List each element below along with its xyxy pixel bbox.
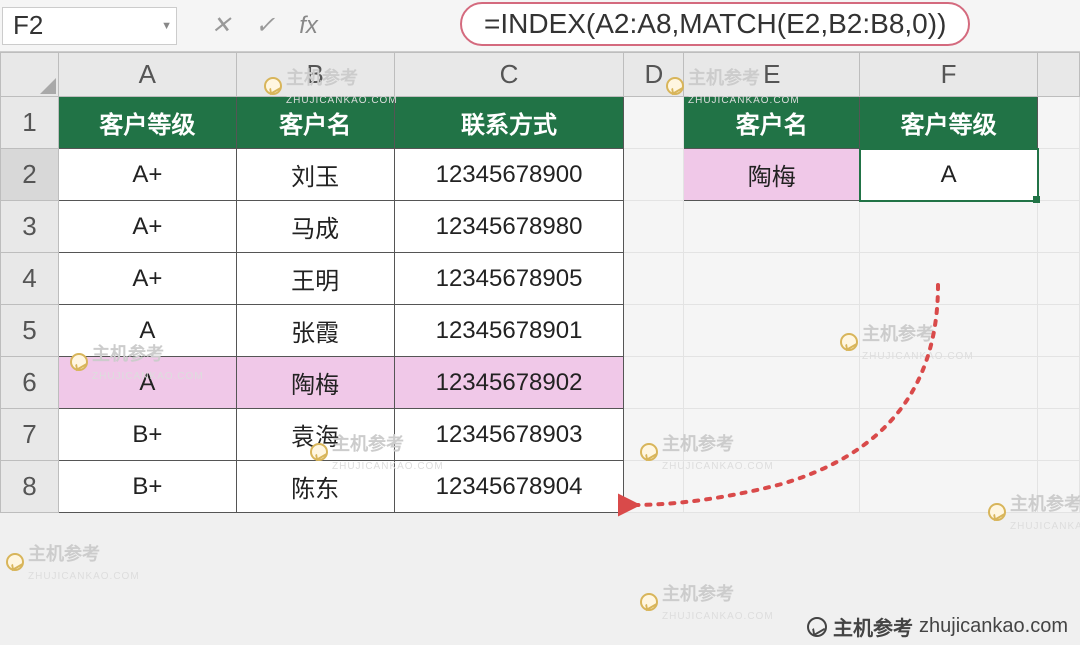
footer-brand: 主机参考: [833, 612, 913, 641]
cell-C1[interactable]: 联系方式: [394, 97, 624, 149]
cell-D4[interactable]: [624, 253, 684, 305]
row-8: 8 B+ 陈东 12345678904: [1, 461, 1080, 513]
row-4: 4 A+ 王明 12345678905: [1, 253, 1080, 305]
cell-extra-2[interactable]: [1038, 149, 1080, 201]
cell-A6[interactable]: A: [58, 357, 236, 409]
col-C[interactable]: C: [394, 53, 624, 97]
cell-E7[interactable]: [684, 409, 860, 461]
cell-D3[interactable]: [624, 201, 684, 253]
cell-B6[interactable]: 陶梅: [236, 357, 394, 409]
cell-E3[interactable]: [684, 201, 860, 253]
cell-extra-6[interactable]: [1038, 357, 1080, 409]
cell-D6[interactable]: [624, 357, 684, 409]
cell-E2[interactable]: 陶梅: [684, 149, 860, 201]
cell-B2[interactable]: 刘玉: [236, 149, 394, 201]
rownum-8[interactable]: 8: [1, 461, 59, 513]
formula-input[interactable]: =INDEX(A2:A8,MATCH(E2,B2:B8,0)): [460, 2, 970, 46]
cell-F1[interactable]: 客户等级: [860, 97, 1038, 149]
confirm-icon[interactable]: ✓: [255, 11, 275, 40]
row-2: 2 A+ 刘玉 12345678900 陶梅 A: [1, 149, 1080, 201]
cell-B5[interactable]: 张霞: [236, 305, 394, 357]
formula-bar: F2 ▼ ✕ ✓ fx =INDEX(A2:A8,MATCH(E2,B2:B8,…: [0, 0, 1080, 52]
spreadsheet: A B C D E F 1 客户等级 客户名 联系方式 客户名 客户等级 2 A…: [0, 52, 1080, 513]
cell-F6[interactable]: [860, 357, 1038, 409]
rownum-6[interactable]: 6: [1, 357, 59, 409]
cell-A5[interactable]: A: [58, 305, 236, 357]
cell-C3[interactable]: 12345678980: [394, 201, 624, 253]
column-headers: A B C D E F: [1, 53, 1080, 97]
cell-E1[interactable]: 客户名: [684, 97, 860, 149]
cell-A1[interactable]: 客户等级: [58, 97, 236, 149]
cell-B1[interactable]: 客户名: [236, 97, 394, 149]
cell-A7[interactable]: B+: [58, 409, 236, 461]
cell-F3[interactable]: [860, 201, 1038, 253]
watermark: 主机参考ZHUJICANKAO.COM: [6, 540, 140, 583]
cell-F5[interactable]: [860, 305, 1038, 357]
cell-F4[interactable]: [860, 253, 1038, 305]
row-1: 1 客户等级 客户名 联系方式 客户名 客户等级: [1, 97, 1080, 149]
name-box-dropdown-icon[interactable]: ▼: [161, 20, 172, 32]
cell-A3[interactable]: A+: [58, 201, 236, 253]
cell-B7[interactable]: 袁海: [236, 409, 394, 461]
cell-C5[interactable]: 12345678901: [394, 305, 624, 357]
cell-extra-4[interactable]: [1038, 253, 1080, 305]
col-extra[interactable]: [1038, 53, 1080, 97]
cell-F7[interactable]: [860, 409, 1038, 461]
name-box-value: F2: [13, 10, 43, 41]
cell-F8[interactable]: [860, 461, 1038, 513]
cell-A8[interactable]: B+: [58, 461, 236, 513]
rownum-4[interactable]: 4: [1, 253, 59, 305]
footer-domain: zhujicankao.com: [919, 615, 1068, 638]
cell-F2-selected[interactable]: A: [860, 149, 1038, 201]
footer-watermark: 主机参考 zhujicankao.com: [807, 612, 1068, 641]
rownum-7[interactable]: 7: [1, 409, 59, 461]
cell-extra-8[interactable]: [1038, 461, 1080, 513]
cell-C7[interactable]: 12345678903: [394, 409, 624, 461]
cell-D1[interactable]: [624, 97, 684, 149]
name-box[interactable]: F2 ▼: [2, 7, 177, 45]
rownum-1[interactable]: 1: [1, 97, 59, 149]
cell-C2[interactable]: 12345678900: [394, 149, 624, 201]
cell-D5[interactable]: [624, 305, 684, 357]
cell-D2[interactable]: [624, 149, 684, 201]
cell-B4[interactable]: 王明: [236, 253, 394, 305]
cell-A2[interactable]: A+: [58, 149, 236, 201]
row-5: 5 A 张霞 12345678901: [1, 305, 1080, 357]
grid[interactable]: A B C D E F 1 客户等级 客户名 联系方式 客户名 客户等级 2 A…: [0, 52, 1080, 513]
footer-logo-icon: [807, 617, 827, 637]
col-F[interactable]: F: [860, 53, 1038, 97]
cell-extra-7[interactable]: [1038, 409, 1080, 461]
cell-extra-5[interactable]: [1038, 305, 1080, 357]
cell-E5[interactable]: [684, 305, 860, 357]
col-A[interactable]: A: [58, 53, 236, 97]
cell-C6[interactable]: 12345678902: [394, 357, 624, 409]
formula-bar-buttons: ✕ ✓ fx: [187, 11, 342, 40]
cell-B3[interactable]: 马成: [236, 201, 394, 253]
cell-E4[interactable]: [684, 253, 860, 305]
cell-extra-1[interactable]: [1038, 97, 1080, 149]
watermark: 主机参考ZHUJICANKAO.COM: [640, 580, 774, 623]
row-6: 6 A 陶梅 12345678902: [1, 357, 1080, 409]
cell-D8[interactable]: [624, 461, 684, 513]
cell-E8[interactable]: [684, 461, 860, 513]
cancel-icon[interactable]: ✕: [211, 11, 231, 40]
cell-A4[interactable]: A+: [58, 253, 236, 305]
row-3: 3 A+ 马成 12345678980: [1, 201, 1080, 253]
col-E[interactable]: E: [684, 53, 860, 97]
cell-extra-3[interactable]: [1038, 201, 1080, 253]
col-D[interactable]: D: [624, 53, 684, 97]
col-B[interactable]: B: [236, 53, 394, 97]
rownum-2[interactable]: 2: [1, 149, 59, 201]
rownum-3[interactable]: 3: [1, 201, 59, 253]
fx-icon[interactable]: fx: [299, 12, 318, 40]
row-7: 7 B+ 袁海 12345678903: [1, 409, 1080, 461]
cell-D7[interactable]: [624, 409, 684, 461]
select-all-corner[interactable]: [1, 53, 59, 97]
cell-C4[interactable]: 12345678905: [394, 253, 624, 305]
cell-E6[interactable]: [684, 357, 860, 409]
cell-C8[interactable]: 12345678904: [394, 461, 624, 513]
rownum-5[interactable]: 5: [1, 305, 59, 357]
cell-B8[interactable]: 陈东: [236, 461, 394, 513]
